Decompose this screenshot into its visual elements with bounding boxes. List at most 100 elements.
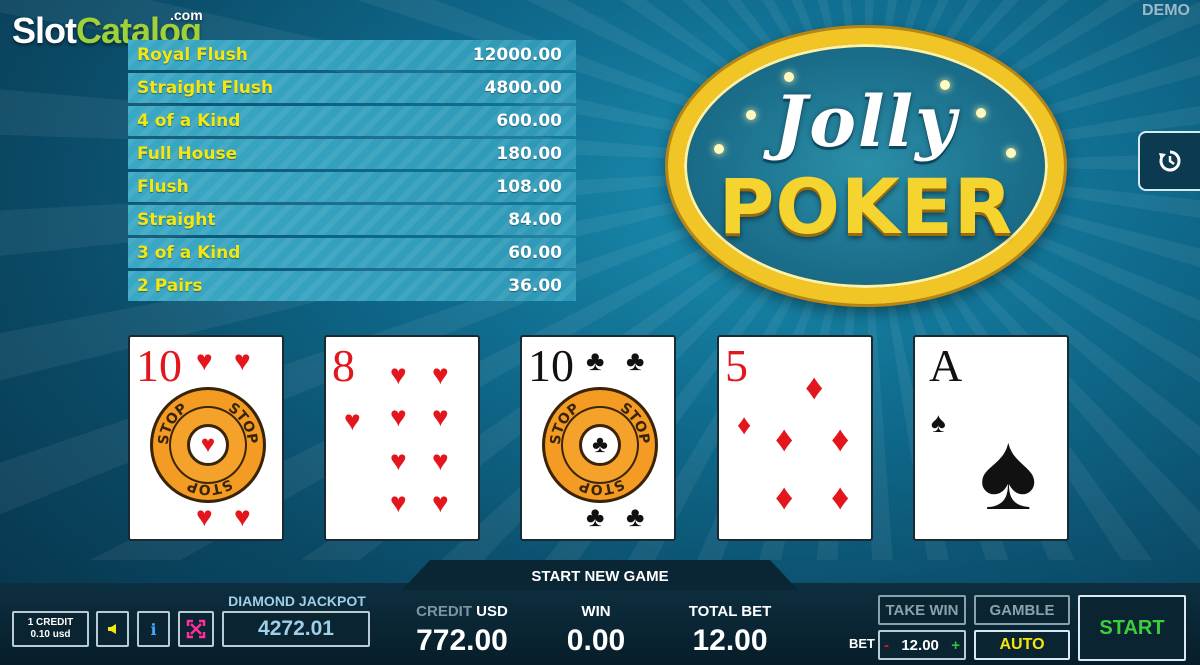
paytable: Royal Flush 12000.00 Straight Flush 4800.0… — [128, 40, 576, 304]
diamond-icon: ♦ — [775, 476, 794, 517]
credit-label-prefix: CREDIT — [416, 603, 472, 620]
take-win-button[interactable]: TAKE WIN — [878, 595, 966, 625]
paytable-row: Full House 180.00 — [128, 139, 576, 169]
sound-button[interactable] — [96, 611, 129, 647]
jackpot-label: DIAMOND JACKPOT — [228, 593, 366, 609]
club-icon: ♣ — [626, 501, 645, 532]
hold-label: STOP — [156, 401, 190, 446]
heart-icon: ♥ — [432, 359, 449, 390]
fullscreen-button[interactable] — [178, 611, 214, 647]
card-rank: 10 — [528, 340, 574, 391]
svg-text:STOP: STOP — [185, 475, 234, 497]
svg-text:STOP: STOP — [156, 401, 190, 446]
heart-icon: ♥ — [432, 487, 449, 518]
svg-text:STOP: STOP — [548, 401, 582, 446]
diamond-icon: ♦ — [831, 476, 850, 517]
card-3[interactable]: 10 ♣ ♣ ♣ ♣ STOP STOP STOP ♣ — [520, 335, 676, 541]
info-button[interactable]: i — [137, 611, 170, 647]
card-rank: 8 — [332, 340, 355, 391]
hand-payout: 108.00 — [496, 177, 562, 197]
hand-name: Royal Flush — [137, 45, 248, 65]
hand-payout: 84.00 — [508, 210, 562, 230]
hold-label: STOP — [185, 475, 234, 497]
card-2[interactable]: 8 ♥ ♥ ♥ ♥ ♥ ♥ ♥ ♥ ♥ — [324, 335, 480, 541]
heart-icon: ♥ — [390, 401, 407, 432]
spade-icon: ♠ — [979, 410, 1038, 533]
hand-payout: 4800.00 — [484, 78, 562, 98]
heart-icon: ♥ — [390, 445, 407, 476]
club-icon: ♣ — [586, 501, 605, 532]
hand-name: Flush — [137, 177, 189, 197]
hand-name: Full House — [137, 144, 238, 164]
card-4[interactable]: 5 ♦ ♦ ♦ ♦ ♦ ♦ — [717, 335, 873, 541]
start-button[interactable]: START — [1078, 595, 1186, 661]
hold-stamp: STOP STOP STOP ♣ — [542, 387, 658, 503]
hand-name: Straight Flush — [137, 78, 274, 98]
bet-decrease-button[interactable]: - — [884, 637, 889, 654]
demo-label: DEMO — [1142, 2, 1190, 19]
paytable-row: 2 Pairs 36.00 — [128, 271, 576, 301]
total-bet-label: TOTAL BET — [688, 603, 772, 620]
credit-value-button[interactable]: 1 CREDIT 0.10 usd — [12, 611, 89, 647]
hand-payout: 36.00 — [508, 276, 562, 296]
card-1[interactable]: 10 ♥ ♥ ♥ ♥ STOP STOP STOP ♥ — [128, 335, 284, 541]
heart-icon: ♥ — [344, 405, 361, 436]
jackpot-value: 4272.01 — [222, 611, 370, 647]
paytable-row: Straight Flush 4800.00 — [128, 73, 576, 103]
hold-label: STOP — [225, 400, 260, 445]
bet-label: BET — [849, 636, 875, 651]
watermark-domain: .com — [170, 7, 203, 23]
hold-label: STOP — [548, 401, 582, 446]
heart-icon: ♥ — [196, 345, 213, 376]
paytable-row: 4 of a Kind 600.00 — [128, 106, 576, 136]
hand-name: 2 Pairs — [137, 276, 203, 296]
start-new-game-label: START NEW GAME — [531, 568, 669, 585]
logo-jolly-text: Jolly — [774, 80, 958, 163]
svg-text:STOP: STOP — [577, 475, 626, 497]
hand-payout: 600.00 — [496, 111, 562, 131]
total-bet-value: 12.00 — [692, 624, 768, 657]
heart-icon: ♥ — [432, 401, 449, 432]
paytable-row: Flush 108.00 — [128, 172, 576, 202]
credit-label-unit: USD — [476, 603, 508, 620]
heart-icon: ♥ — [187, 424, 229, 466]
credit-label: CREDIT USD — [402, 603, 522, 620]
logo-poker-text: POKER — [718, 162, 1014, 251]
heart-icon: ♥ — [432, 445, 449, 476]
history-icon — [1159, 150, 1181, 172]
win-value: 0.00 — [566, 624, 626, 657]
gamble-button[interactable]: GAMBLE — [974, 595, 1070, 625]
heart-icon: ♥ — [390, 487, 407, 518]
club-icon: ♣ — [579, 424, 621, 466]
info-icon: i — [150, 619, 157, 639]
credit-value: 772.00 — [416, 624, 508, 657]
club-icon: ♣ — [586, 345, 605, 376]
game-logo: Jolly POKER — [668, 28, 1064, 304]
card-rank: 5 — [725, 340, 748, 391]
club-icon: ♣ — [626, 345, 645, 376]
bet-stepper: - 12.00 + — [878, 630, 966, 660]
heart-icon: ♥ — [234, 345, 251, 376]
card-5[interactable]: A ♠ ♠ — [913, 335, 1069, 541]
diamond-icon: ♦ — [775, 418, 794, 459]
diamond-icon: ♦ — [737, 409, 752, 440]
diamond-icon: ♦ — [805, 366, 824, 407]
hand-name: 4 of a Kind — [137, 111, 241, 131]
win-label: WIN — [581, 603, 611, 620]
card-rank: 10 — [136, 340, 182, 391]
credit-denomination: 1 CREDIT — [27, 617, 74, 628]
fullscreen-icon — [186, 619, 206, 639]
hold-stamp: STOP STOP STOP ♥ — [150, 387, 266, 503]
heart-icon: ♥ — [196, 501, 213, 532]
hand-payout: 60.00 — [508, 243, 562, 263]
history-button[interactable] — [1138, 131, 1200, 191]
spade-icon: ♠ — [931, 407, 946, 438]
credit-currency-value: 0.10 usd — [30, 629, 71, 640]
card-rank: A — [929, 340, 963, 391]
heart-icon: ♥ — [234, 501, 251, 532]
bet-increase-button[interactable]: + — [951, 637, 960, 654]
auto-button[interactable]: AUTO — [974, 630, 1070, 660]
paytable-row: 3 of a Kind 60.00 — [128, 238, 576, 268]
speaker-icon — [107, 624, 116, 634]
paytable-row: Straight 84.00 — [128, 205, 576, 235]
